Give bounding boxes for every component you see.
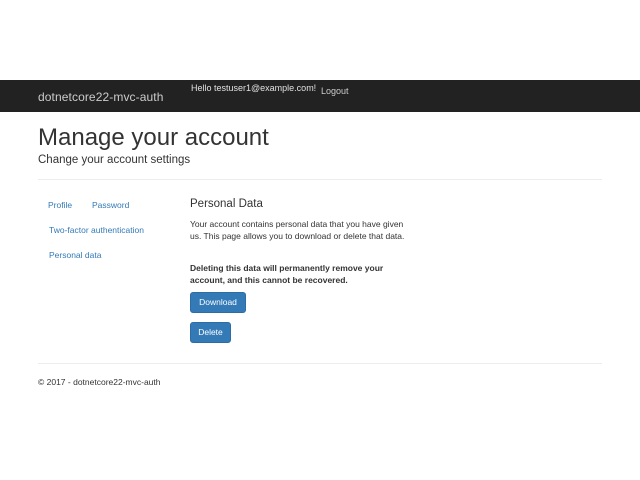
footer-divider (38, 363, 602, 364)
nav-item-password[interactable]: Password (92, 200, 129, 210)
section-title: Personal Data (190, 198, 263, 210)
nav-item-profile[interactable]: Profile (48, 200, 72, 210)
page-subtitle: Change your account settings (38, 154, 191, 166)
nav-item-two-factor[interactable]: Two-factor authentication (49, 225, 144, 235)
personal-data-description: Your account contains personal data that… (190, 219, 405, 241)
footer-copyright: © 2017 - dotnetcore22-mvc-auth (38, 377, 161, 387)
header-divider (38, 179, 602, 180)
page-title: Manage your account (38, 124, 269, 151)
logout-button[interactable]: Logout (321, 86, 349, 96)
delete-button[interactable]: Delete (190, 322, 231, 343)
top-navbar: dotnetcore22-mvc-auth Hello testuser1@ex… (0, 80, 640, 112)
download-button[interactable]: Download (190, 292, 246, 313)
nav-item-personal-data[interactable]: Personal data (49, 250, 101, 260)
delete-warning: Deleting this data will permanently remo… (190, 263, 384, 285)
brand-link[interactable]: dotnetcore22-mvc-auth (38, 90, 164, 104)
greeting-link[interactable]: Hello testuser1@example.com! (191, 83, 316, 93)
